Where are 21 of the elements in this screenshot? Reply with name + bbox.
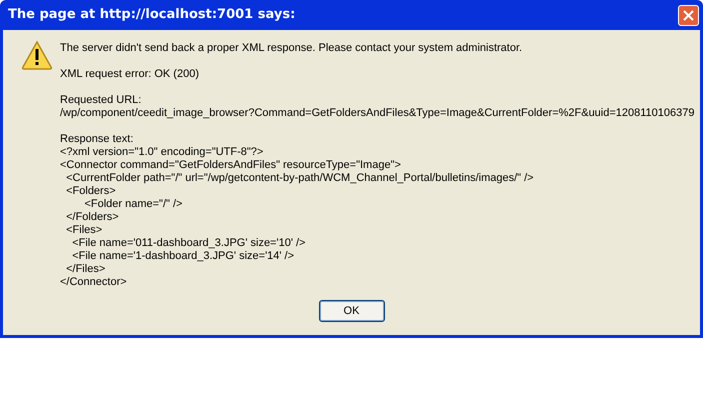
response-line: <CurrentFolder path="/" url="/wp/getcontent-by-path/WCM_Channel_Portal/bulletins/images/" /> (65, 172, 534, 185)
response-line: </Files> (65, 263, 106, 276)
response-line: <Connector command="GetFoldersAndFiles" resourceType="Image"> (60, 159, 401, 172)
response-line: <File name='1-dashboard_3.JPG' size='14' /> (71, 250, 294, 263)
response-label: Response text: (60, 133, 134, 146)
response-line: <Files> (65, 224, 102, 237)
response-line: <Folders> (65, 185, 116, 198)
error-text: XML request error: OK (200) (60, 68, 200, 81)
message-text: The server didn't send back a proper XML response. Please contact your system administrator. (60, 42, 524, 55)
response-line: </Connector> (60, 276, 127, 289)
response-line: <?xml version="1.0" encoding="UTF-8"?> (60, 146, 264, 159)
close-icon (683, 10, 694, 20)
url-text: /wp/component/ceedit_image_browser?Command=GetFoldersAndFiles&Type=Image&CurrentFolder=%2F&uuid=1208110106379 (60, 107, 695, 120)
response-line: <File name='011-dashboard_3.JPG' size='10' /> (71, 237, 306, 250)
url-label: Requested URL: (60, 94, 142, 107)
response-line: </Folders> (65, 211, 119, 224)
window-title: The page at http://localhost:7001 says: (8, 6, 296, 24)
ok-button[interactable]: OK (318, 300, 384, 322)
response-line: <Folder name="/" /> (83, 198, 182, 211)
warning-icon (21, 40, 53, 70)
close-button[interactable] (678, 4, 699, 26)
